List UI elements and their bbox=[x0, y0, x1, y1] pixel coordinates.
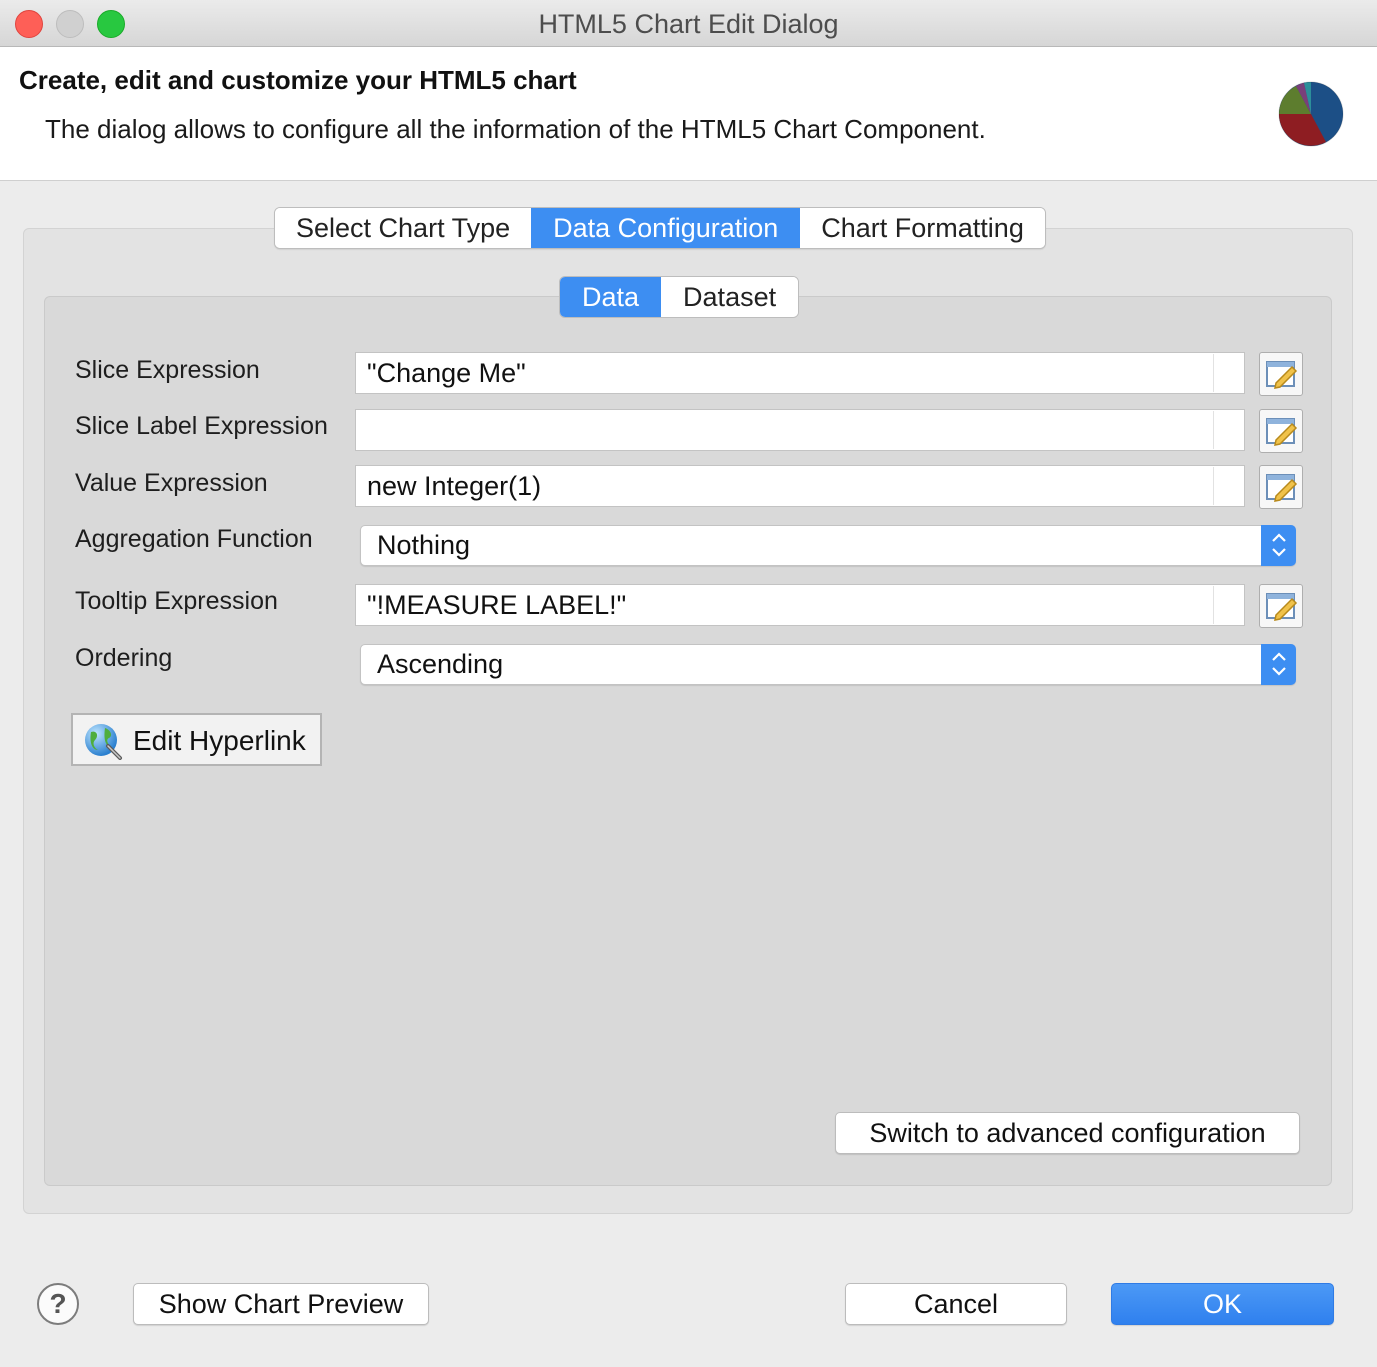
expression-edit-icon bbox=[1266, 361, 1298, 389]
expression-edit-icon bbox=[1266, 593, 1298, 621]
slice-expression-field[interactable]: "Change Me" bbox=[355, 352, 1245, 394]
subtab-data[interactable]: Data bbox=[560, 277, 662, 317]
cancel-button[interactable]: Cancel bbox=[845, 1283, 1067, 1325]
dialog-header: Create, edit and customize your HTML5 ch… bbox=[0, 47, 1377, 181]
aggregation-function-label: Aggregation Function bbox=[75, 525, 313, 553]
tab-select-chart-type[interactable]: Select Chart Type bbox=[275, 208, 532, 248]
tooltip-expression-label: Tooltip Expression bbox=[75, 587, 278, 615]
subtab-dataset[interactable]: Dataset bbox=[661, 277, 799, 317]
help-icon[interactable]: ? bbox=[37, 1283, 79, 1325]
main-tab-bar: Select Chart Type Data Configuration Cha… bbox=[274, 207, 1046, 249]
slice-expression-label: Slice Expression bbox=[75, 356, 260, 384]
ordering-value: Ascending bbox=[377, 649, 504, 679]
window-title: HTML5 Chart Edit Dialog bbox=[538, 9, 839, 39]
expression-edit-icon bbox=[1266, 418, 1298, 446]
value-expression-edit-button[interactable] bbox=[1259, 465, 1303, 509]
switch-advanced-button[interactable]: Switch to advanced configuration bbox=[835, 1112, 1300, 1154]
select-arrows-icon bbox=[1261, 644, 1296, 685]
tab-data-configuration[interactable]: Data Configuration bbox=[531, 208, 800, 248]
expression-edit-icon bbox=[1266, 474, 1298, 502]
show-chart-preview-button[interactable]: Show Chart Preview bbox=[133, 1283, 429, 1325]
globe-link-icon bbox=[85, 724, 122, 760]
tooltip-expression-field[interactable]: "!MEASURE LABEL!" bbox=[355, 584, 1245, 626]
slice-label-expression-label: Slice Label Expression bbox=[75, 412, 328, 440]
ok-button[interactable]: OK bbox=[1111, 1283, 1334, 1325]
tooltip-expression-edit-button[interactable] bbox=[1259, 584, 1303, 628]
sub-tab-bar: Data Dataset bbox=[559, 276, 800, 318]
slice-expression-edit-button[interactable] bbox=[1259, 352, 1303, 396]
ordering-select[interactable]: Ascending bbox=[360, 644, 1296, 685]
tab-chart-formatting[interactable]: Chart Formatting bbox=[799, 208, 1045, 248]
edit-hyperlink-button[interactable]: Edit Hyperlink bbox=[71, 713, 322, 766]
aggregation-function-value: Nothing bbox=[377, 530, 471, 560]
pie-chart-logo-icon bbox=[1278, 81, 1344, 147]
slice-label-expression-edit-button[interactable] bbox=[1259, 409, 1303, 453]
header-title: Create, edit and customize your HTML5 ch… bbox=[19, 65, 577, 95]
slice-label-expression-field[interactable] bbox=[355, 409, 1245, 451]
title-bar: HTML5 Chart Edit Dialog bbox=[0, 0, 1377, 47]
select-arrows-icon bbox=[1261, 525, 1296, 566]
aggregation-function-select[interactable]: Nothing bbox=[360, 525, 1296, 566]
value-expression-field[interactable]: new Integer(1) bbox=[355, 465, 1245, 507]
edit-hyperlink-label: Edit Hyperlink bbox=[133, 725, 306, 756]
value-expression-label: Value Expression bbox=[75, 469, 268, 497]
header-description: The dialog allows to configure all the i… bbox=[45, 114, 986, 144]
ordering-label: Ordering bbox=[75, 644, 173, 672]
